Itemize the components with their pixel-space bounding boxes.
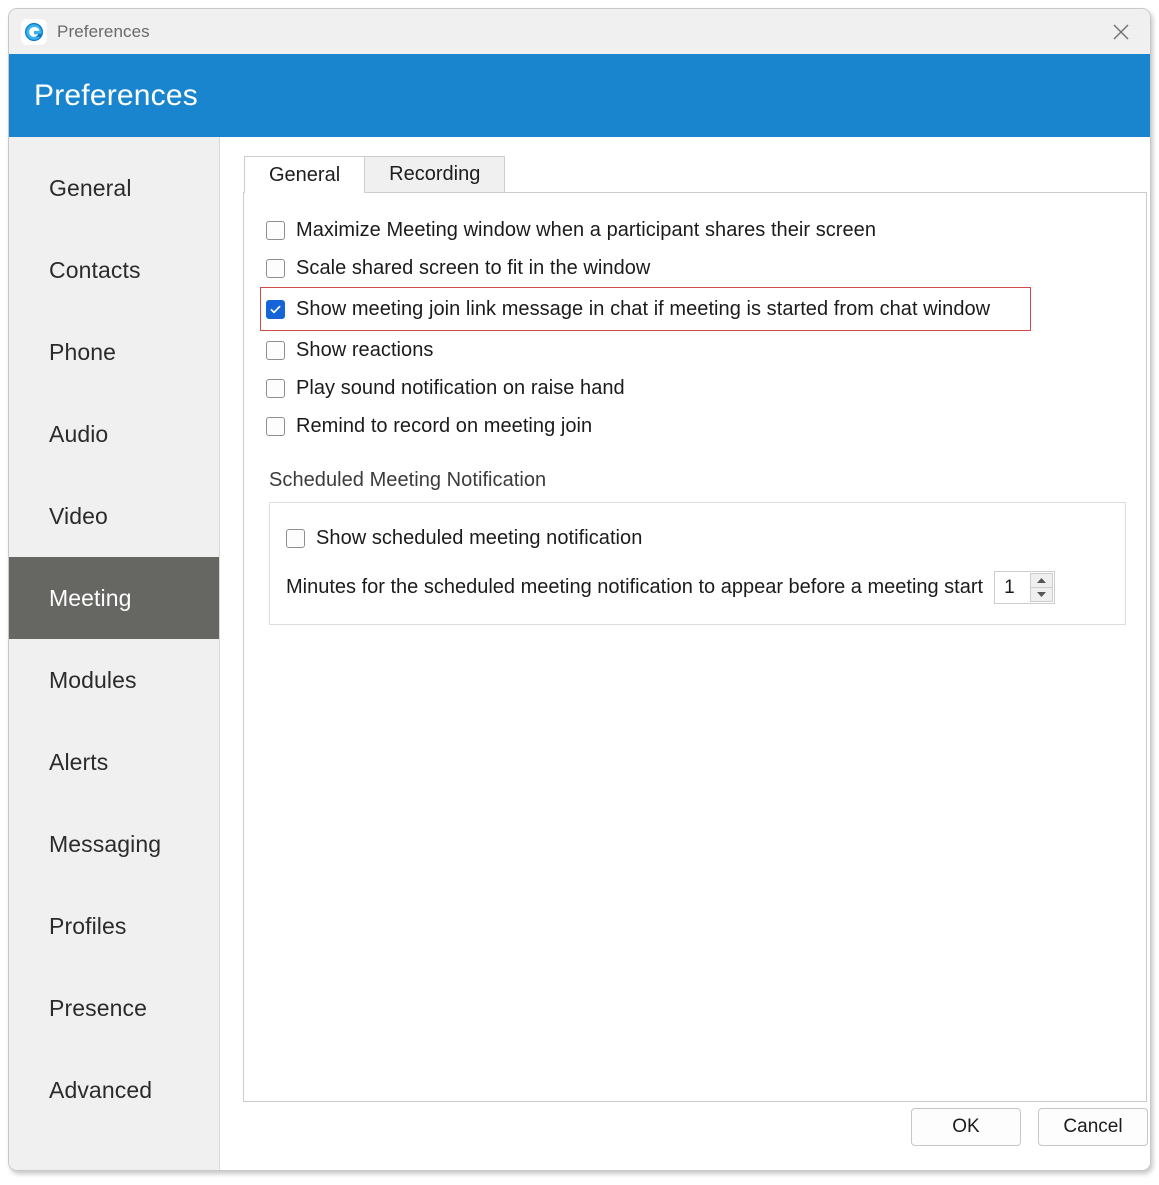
main-content: General Recording Maximize Meeting windo… (220, 137, 1150, 1170)
setting-show-scheduled-meeting-notification[interactable]: Show scheduled meeting notification (286, 521, 1109, 555)
sidebar-item-label: Audio (49, 420, 109, 447)
sidebar-item-label: Advanced (49, 1076, 153, 1103)
sidebar-item-contacts[interactable]: Contacts (9, 229, 219, 311)
page-header: Preferences (9, 54, 1150, 137)
sidebar-item-label: Alerts (49, 748, 109, 775)
setting-label: Play sound notification on raise hand (296, 376, 625, 399)
page-title: Preferences (34, 78, 198, 112)
chevron-up-icon[interactable] (1030, 573, 1054, 588)
tab-label: Recording (389, 163, 481, 185)
sidebar-item-label: Video (49, 502, 108, 529)
checkbox-unchecked-icon[interactable] (266, 378, 285, 398)
checkbox-unchecked-icon[interactable] (266, 258, 285, 278)
setting-play-sound-raise-hand[interactable]: Play sound notification on raise hand (263, 369, 1126, 407)
sidebar-item-general[interactable]: General (9, 147, 219, 229)
sidebar-item-modules[interactable]: Modules (9, 639, 219, 721)
checkbox-checked-icon[interactable] (266, 299, 285, 319)
sidebar-item-presence[interactable]: Presence (9, 967, 219, 1049)
sidebar-item-alerts[interactable]: Alerts (9, 721, 219, 803)
group-title-scheduled-meeting-notification: Scheduled Meeting Notification (269, 469, 547, 491)
sidebar-item-video[interactable]: Video (9, 475, 219, 557)
minutes-label: Minutes for the scheduled meeting notifi… (286, 576, 984, 598)
setting-label: Maximize Meeting window when a participa… (296, 218, 877, 241)
sidebar-item-label: Presence (49, 994, 147, 1021)
checkbox-unchecked-icon[interactable] (266, 220, 285, 240)
sidebar-item-label: Profiles (49, 912, 127, 939)
setting-show-meeting-join-link[interactable]: Show meeting join link message in chat i… (260, 287, 1031, 331)
sidebar-item-label: Modules (49, 666, 137, 693)
minutes-stepper[interactable]: 1 (994, 571, 1056, 604)
tab-general[interactable]: General (244, 156, 366, 193)
setting-scale-shared-screen[interactable]: Scale shared screen to fit in the window (263, 249, 1126, 287)
title-bar: Preferences (9, 9, 1150, 54)
setting-label: Scale shared screen to fit in the window (296, 256, 651, 279)
goto-logo-icon (21, 18, 47, 45)
sidebar-item-meeting[interactable]: Meeting (9, 557, 219, 639)
checkbox-unchecked-icon[interactable] (266, 416, 285, 436)
sidebar-item-label: General (49, 174, 132, 201)
dialog-footer: OK Cancel (220, 1084, 1150, 1170)
setting-label: Show reactions (296, 338, 434, 361)
sidebar-item-messaging[interactable]: Messaging (9, 803, 219, 885)
sidebar: General Contacts Phone Audio Video Meeti… (9, 137, 220, 1170)
sidebar-item-phone[interactable]: Phone (9, 311, 219, 393)
sidebar-item-audio[interactable]: Audio (9, 393, 219, 475)
setting-maximize-meeting-window[interactable]: Maximize Meeting window when a participa… (263, 211, 1126, 249)
setting-show-reactions[interactable]: Show reactions (263, 331, 1126, 369)
sidebar-item-advanced[interactable]: Advanced (9, 1049, 219, 1131)
tab-panel-general: Maximize Meeting window when a participa… (243, 192, 1147, 1102)
group-scheduled-meeting-notification: Show scheduled meeting notification Minu… (269, 502, 1126, 625)
tab-label: General (269, 163, 341, 186)
minutes-before-start-row: Minutes for the scheduled meeting notifi… (286, 571, 1109, 604)
checkbox-unchecked-icon[interactable] (266, 340, 285, 360)
setting-label: Show meeting join link message in chat i… (296, 297, 991, 320)
checkbox-unchecked-icon[interactable] (286, 528, 305, 548)
cancel-button[interactable]: Cancel (1038, 1108, 1148, 1146)
setting-remind-to-record[interactable]: Remind to record on meeting join (263, 407, 1126, 445)
tab-recording[interactable]: Recording (364, 156, 506, 192)
preferences-window: Preferences Preferences General Contacts… (8, 8, 1151, 1171)
setting-label: Show scheduled meeting notification (316, 526, 643, 549)
window-title: Preferences (57, 21, 150, 41)
tab-bar: General Recording (244, 156, 1147, 193)
sidebar-item-label: Meeting (49, 584, 132, 611)
chevron-down-icon[interactable] (1030, 588, 1054, 602)
close-icon[interactable] (1092, 9, 1150, 54)
setting-label: Remind to record on meeting join (296, 414, 593, 437)
stepper-arrows (1030, 573, 1054, 602)
sidebar-item-label: Contacts (49, 256, 141, 283)
sidebar-item-label: Phone (49, 338, 117, 365)
ok-button[interactable]: OK (911, 1108, 1021, 1146)
sidebar-item-profiles[interactable]: Profiles (9, 885, 219, 967)
minutes-input[interactable]: 1 (996, 573, 1030, 602)
sidebar-item-label: Messaging (49, 830, 162, 857)
window-body: General Contacts Phone Audio Video Meeti… (9, 137, 1150, 1170)
